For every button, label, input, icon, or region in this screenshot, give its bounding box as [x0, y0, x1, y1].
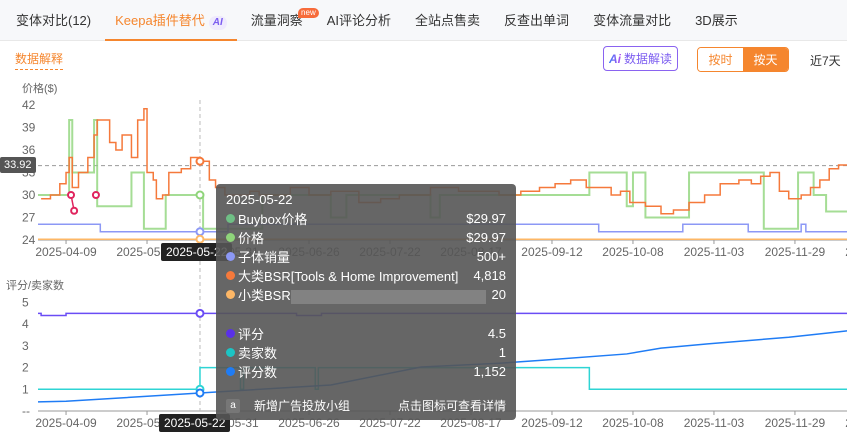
- price-x-tick-label: 2025-04-09: [35, 245, 97, 259]
- legend-dot-icon: [226, 329, 235, 338]
- tooltip-value: $29.97: [466, 230, 506, 245]
- tooltip-label: Buybox价格: [238, 212, 308, 227]
- buybox-point: [67, 191, 76, 199]
- price-x-tick-label: 2025-11-29: [765, 245, 826, 259]
- buybox-point: [70, 206, 79, 215]
- tooltip-label: 评分: [238, 327, 265, 342]
- rating-y-tick: --: [22, 404, 30, 418]
- tooltip-value: $29.97: [466, 211, 506, 226]
- price-y-tick: 36: [22, 143, 36, 157]
- tooltip-row: 卖家数 1: [226, 343, 506, 362]
- tooltip-label: 评分数: [238, 365, 278, 380]
- rating-x-tick-label: 2025-10-08: [602, 416, 664, 430]
- price-y-tick: 24: [22, 233, 36, 247]
- tooltip-row: 大类BSR[Tools & Home Improvement] 4,818: [226, 266, 506, 285]
- legend-dot-icon: [226, 252, 235, 261]
- rating-x-tick-label: 2025-11-03: [684, 416, 745, 430]
- hover-marker: [195, 227, 205, 237]
- amazon-ad-icon[interactable]: a: [226, 398, 240, 413]
- hover-marker: [195, 234, 205, 244]
- rating-y-tick: 4: [22, 317, 29, 331]
- tooltip-footer: a 新增广告投放小组 点击图标可查看详情: [226, 397, 506, 414]
- tooltip-value: 20: [491, 287, 506, 302]
- tooltip-row: 子体销量 500+: [226, 247, 506, 266]
- price-x-tick-label: 2025-11-03: [684, 245, 745, 259]
- legend-dot-icon: [226, 271, 235, 280]
- legend-dot-icon: [226, 348, 235, 357]
- rating-y-tick: 3: [22, 339, 29, 353]
- hover-marker: [195, 388, 205, 398]
- price-y-tick: 42: [22, 98, 36, 112]
- tooltip-row: 评分数 1,152: [226, 362, 506, 381]
- tooltip-label: 大类BSR[Tools & Home Improvement]: [238, 269, 459, 284]
- chart-tooltip: 2025-05-22 Buybox价格 $29.97 价格 $29.97 子体销量 500…: [216, 184, 516, 420]
- tooltip-label: 价格: [238, 231, 265, 246]
- price-y-tick: 30: [22, 188, 36, 202]
- reference-value-label: 33.92: [0, 157, 36, 173]
- price-y-tick: 39: [22, 121, 36, 135]
- price-y-tick: 27: [22, 211, 36, 225]
- rating-y-tick: 1: [22, 382, 29, 396]
- tooltip-row: 评分 4.5: [226, 324, 506, 343]
- tooltip-row: 小类BSR 20: [226, 285, 506, 304]
- tooltip-value: 500+: [476, 249, 506, 264]
- add-ad-group-text: 新增广告投放小组: [254, 399, 351, 413]
- hover-marker: [195, 308, 205, 318]
- tooltip-label: 卖家数: [238, 346, 278, 361]
- rating-x-tick-label: 2025-09-12: [521, 416, 583, 430]
- tooltip-row: Buybox价格 $29.97: [226, 209, 506, 228]
- hover-marker: [195, 190, 205, 200]
- legend-dot-icon: [226, 367, 235, 376]
- blurred-category: [290, 289, 486, 304]
- tooltip-date: 2025-05-22: [226, 192, 293, 207]
- tooltip-label: 小类BSR: [238, 285, 492, 304]
- buybox-point: [91, 191, 100, 199]
- tooltip-value: 4,818: [473, 268, 506, 283]
- hover-marker: [195, 156, 205, 166]
- rating-y-tick: 5: [22, 296, 29, 310]
- tooltip-value: 1: [498, 345, 506, 360]
- tooltip-value: 1,152: [473, 364, 506, 379]
- tooltip-label: 子体销量: [238, 250, 291, 265]
- tooltip-value: 4.5: [487, 326, 506, 341]
- price-x-tick-label: 2025-10-08: [602, 245, 664, 259]
- rating-y-tick: 2: [22, 361, 29, 375]
- legend-dot-icon: [226, 214, 235, 223]
- rating-x-tick-label: 2025-04-09: [35, 416, 97, 430]
- click-icon-hint: 点击图标可查看详情: [397, 399, 506, 413]
- legend-dot-icon: [226, 233, 235, 242]
- legend-dot-icon: [226, 290, 235, 299]
- tooltip-row: 价格 $29.97: [226, 228, 506, 247]
- price-x-tick-label: 2025-09-12: [521, 245, 583, 259]
- rating-x-tick-label: 2025-11-29: [765, 416, 826, 430]
